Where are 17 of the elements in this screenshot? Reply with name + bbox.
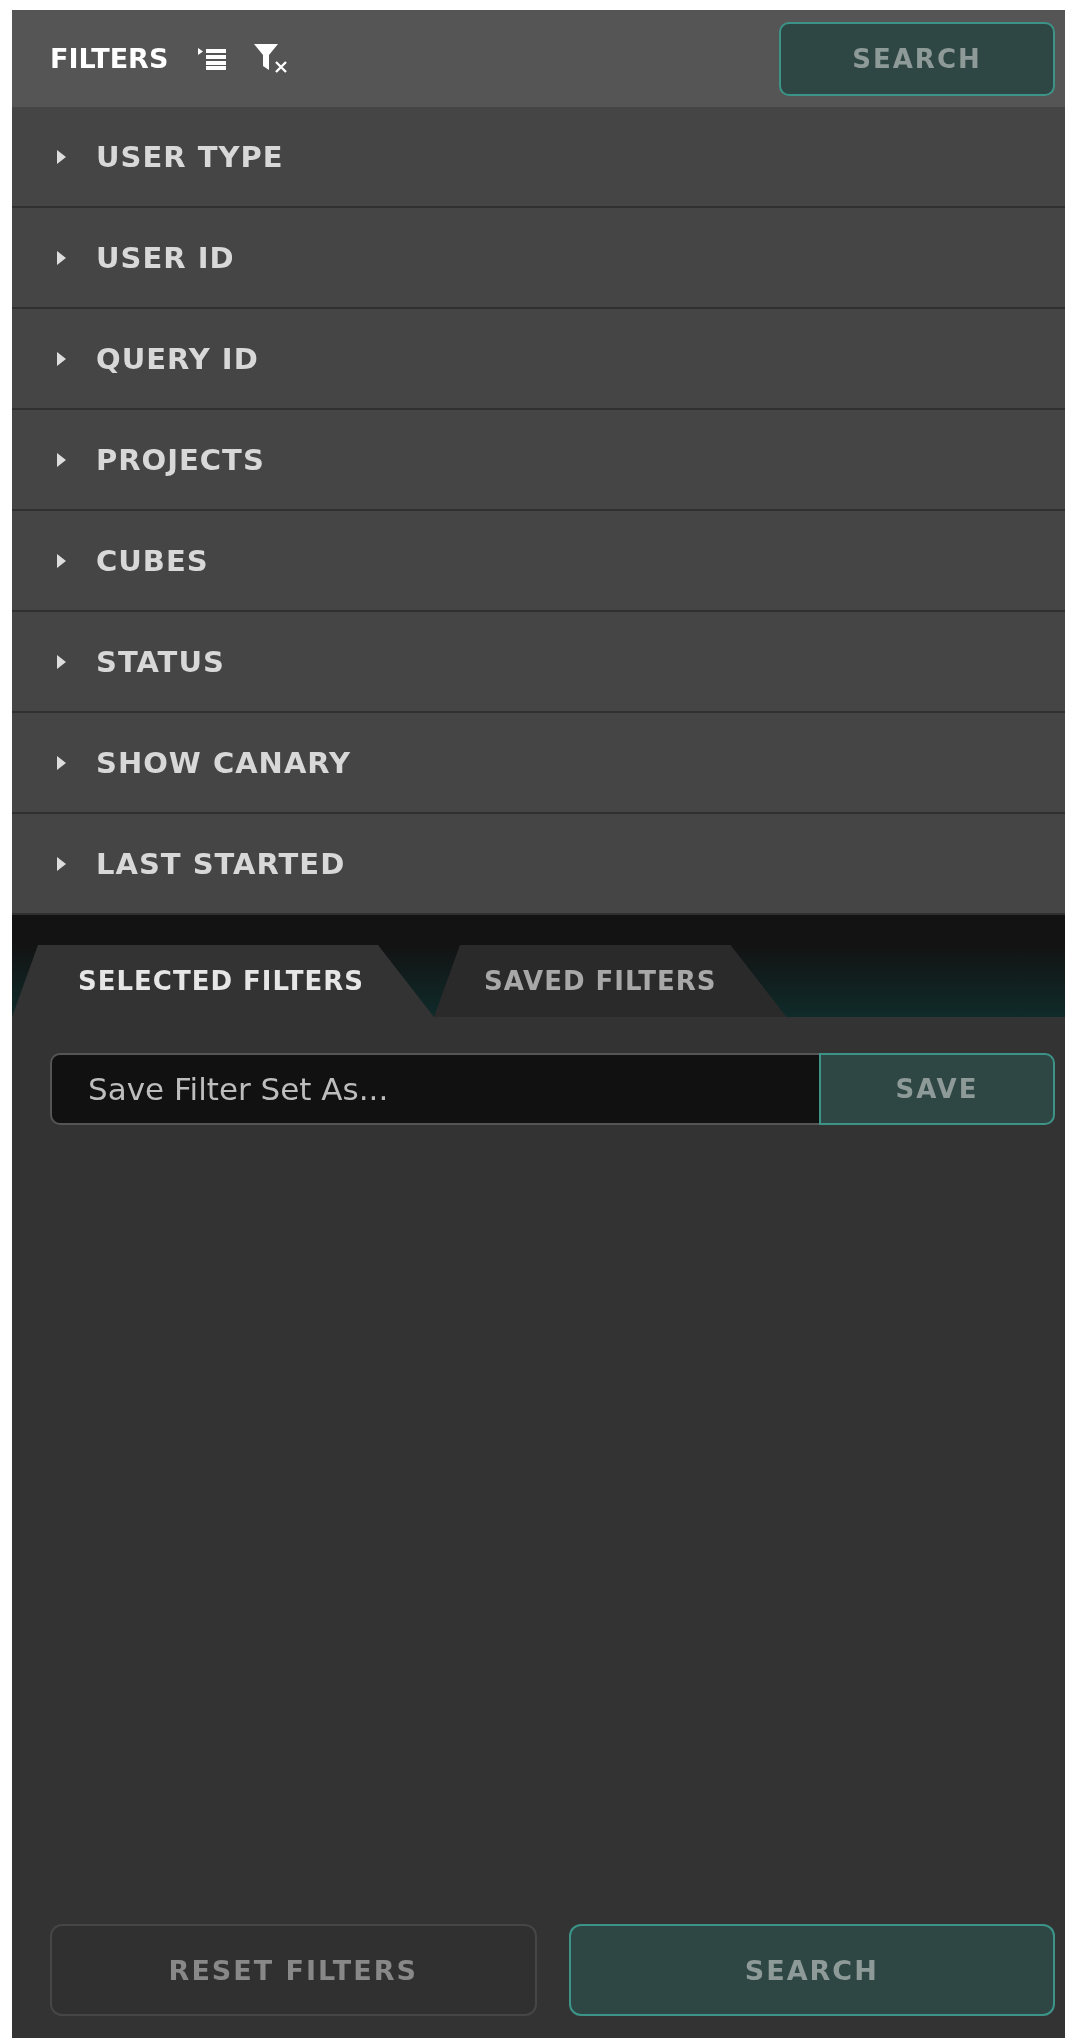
reset-filters-button[interactable]: RESET FILTERS: [50, 1924, 537, 2016]
filter-group-row[interactable]: USER TYPE: [12, 107, 1065, 208]
tab[interactable]: SAVED FILTERS: [433, 945, 787, 1017]
filter-set-name-field[interactable]: Save Filter Set As...: [50, 1053, 819, 1125]
save-button[interactable]: SAVE: [819, 1053, 1055, 1125]
search-button[interactable]: SEARCH: [779, 21, 1055, 96]
tab[interactable]: SELECTED FILTERS: [12, 945, 434, 1017]
filter-group-row[interactable]: USER ID: [12, 208, 1065, 309]
filter-group-row[interactable]: CUBES: [12, 511, 1065, 612]
filter-group-row[interactable]: LAST STARTED: [12, 814, 1065, 915]
filter-group-row[interactable]: PROJECTS: [12, 410, 1065, 511]
expand-all-icon[interactable]: [198, 47, 229, 70]
filter-group-row[interactable]: QUERY ID: [12, 309, 1065, 410]
filter-group-row[interactable]: SHOW CANARY: [12, 713, 1065, 814]
search-button[interactable]: SEARCH: [568, 1924, 1055, 2016]
filter-group-row[interactable]: STATUS: [12, 612, 1065, 713]
panel-title: FILTERS: [50, 43, 169, 74]
